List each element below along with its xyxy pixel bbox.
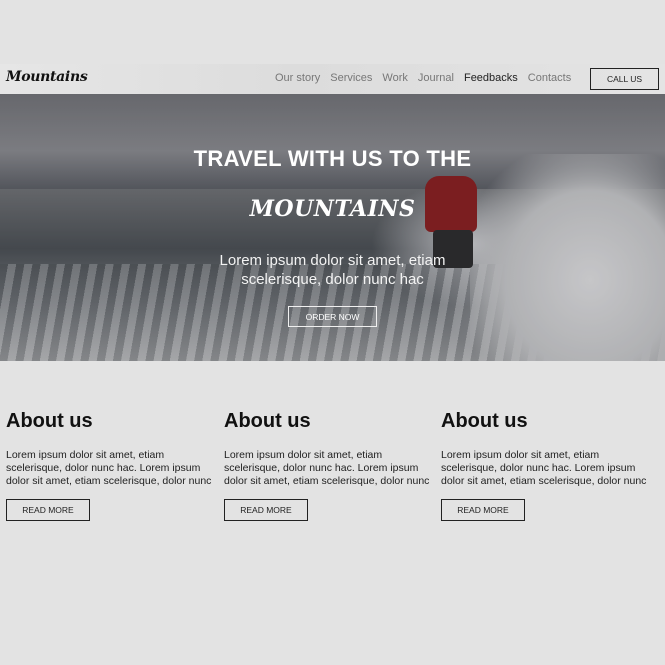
nav-link-work[interactable]: Work — [382, 72, 407, 84]
hero-section: TRAVEL WITH US TO THE MOUNTAINS Lorem ip… — [0, 94, 665, 361]
order-now-button[interactable]: ORDER NOW — [288, 306, 377, 327]
nav-link-contacts[interactable]: Contacts — [528, 72, 571, 84]
about-heading: About us — [6, 410, 93, 432]
read-more-button[interactable]: READ MORE — [6, 499, 90, 521]
hero-subtitle: MOUNTAINS — [249, 196, 416, 222]
nav-link-services[interactable]: Services — [330, 72, 372, 84]
read-more-button[interactable]: READ MORE — [224, 499, 308, 521]
top-navbar: Mountains Our story Services Work Journa… — [0, 64, 665, 94]
about-text: Lorem ipsum dolor sit amet, etiam sceler… — [6, 449, 212, 487]
hero-title: TRAVEL WITH US TO THE — [193, 146, 472, 171]
about-text: Lorem ipsum dolor sit amet, etiam sceler… — [224, 449, 430, 487]
about-text: Lorem ipsum dolor sit amet, etiam sceler… — [441, 449, 647, 487]
nav-link-our-story[interactable]: Our story — [275, 72, 320, 84]
about-column-2: About us Lorem ipsum dolor sit amet, eti… — [224, 410, 439, 521]
call-us-button[interactable]: CALL US — [590, 68, 659, 90]
brand-logo[interactable]: Mountains — [6, 69, 88, 85]
nav-link-feedbacks[interactable]: Feedbacks — [464, 72, 518, 84]
nav-links: Our story Services Work Journal Feedback… — [275, 72, 571, 84]
nav-link-journal[interactable]: Journal — [418, 72, 454, 84]
about-column-1: About us Lorem ipsum dolor sit amet, eti… — [6, 410, 221, 521]
about-heading: About us — [224, 410, 311, 432]
read-more-button[interactable]: READ MORE — [441, 499, 525, 521]
hero-text: Lorem ipsum dolor sit amet, etiam sceler… — [219, 252, 446, 288]
about-column-3: About us Lorem ipsum dolor sit amet, eti… — [441, 410, 656, 521]
about-heading: About us — [441, 410, 528, 432]
